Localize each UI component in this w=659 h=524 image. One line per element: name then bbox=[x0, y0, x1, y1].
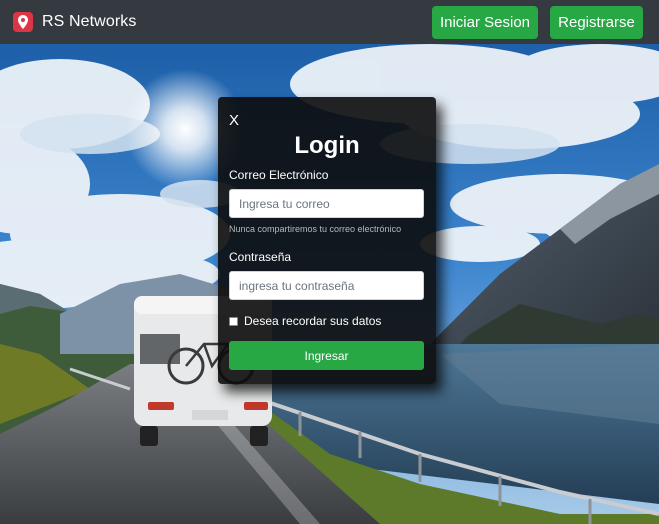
login-modal: X Login Correo Electrónico Nunca compart… bbox=[218, 97, 436, 384]
navbar: RS Networks Iniciar Sesion Registrarse bbox=[0, 0, 659, 44]
remember-checkbox[interactable] bbox=[229, 316, 238, 326]
password-field[interactable] bbox=[229, 271, 424, 300]
submit-button[interactable]: Ingresar bbox=[229, 341, 424, 370]
login-button[interactable]: Iniciar Sesion bbox=[432, 6, 538, 39]
map-marker-icon bbox=[13, 12, 33, 32]
register-button[interactable]: Registrarse bbox=[550, 6, 643, 39]
brand[interactable]: RS Networks bbox=[13, 12, 136, 32]
brand-name: RS Networks bbox=[42, 13, 137, 30]
email-field[interactable] bbox=[229, 189, 424, 218]
email-help-text: Nunca compartiremos tu correo electrónic… bbox=[229, 224, 402, 234]
remember-label: Desea recordar sus datos bbox=[244, 314, 382, 328]
email-label: Correo Electrónico bbox=[229, 168, 329, 182]
modal-title: Login bbox=[294, 132, 360, 159]
password-label: Contraseña bbox=[229, 250, 292, 264]
remember-row: Desea recordar sus datos bbox=[229, 314, 381, 328]
close-button[interactable]: X bbox=[229, 112, 239, 129]
